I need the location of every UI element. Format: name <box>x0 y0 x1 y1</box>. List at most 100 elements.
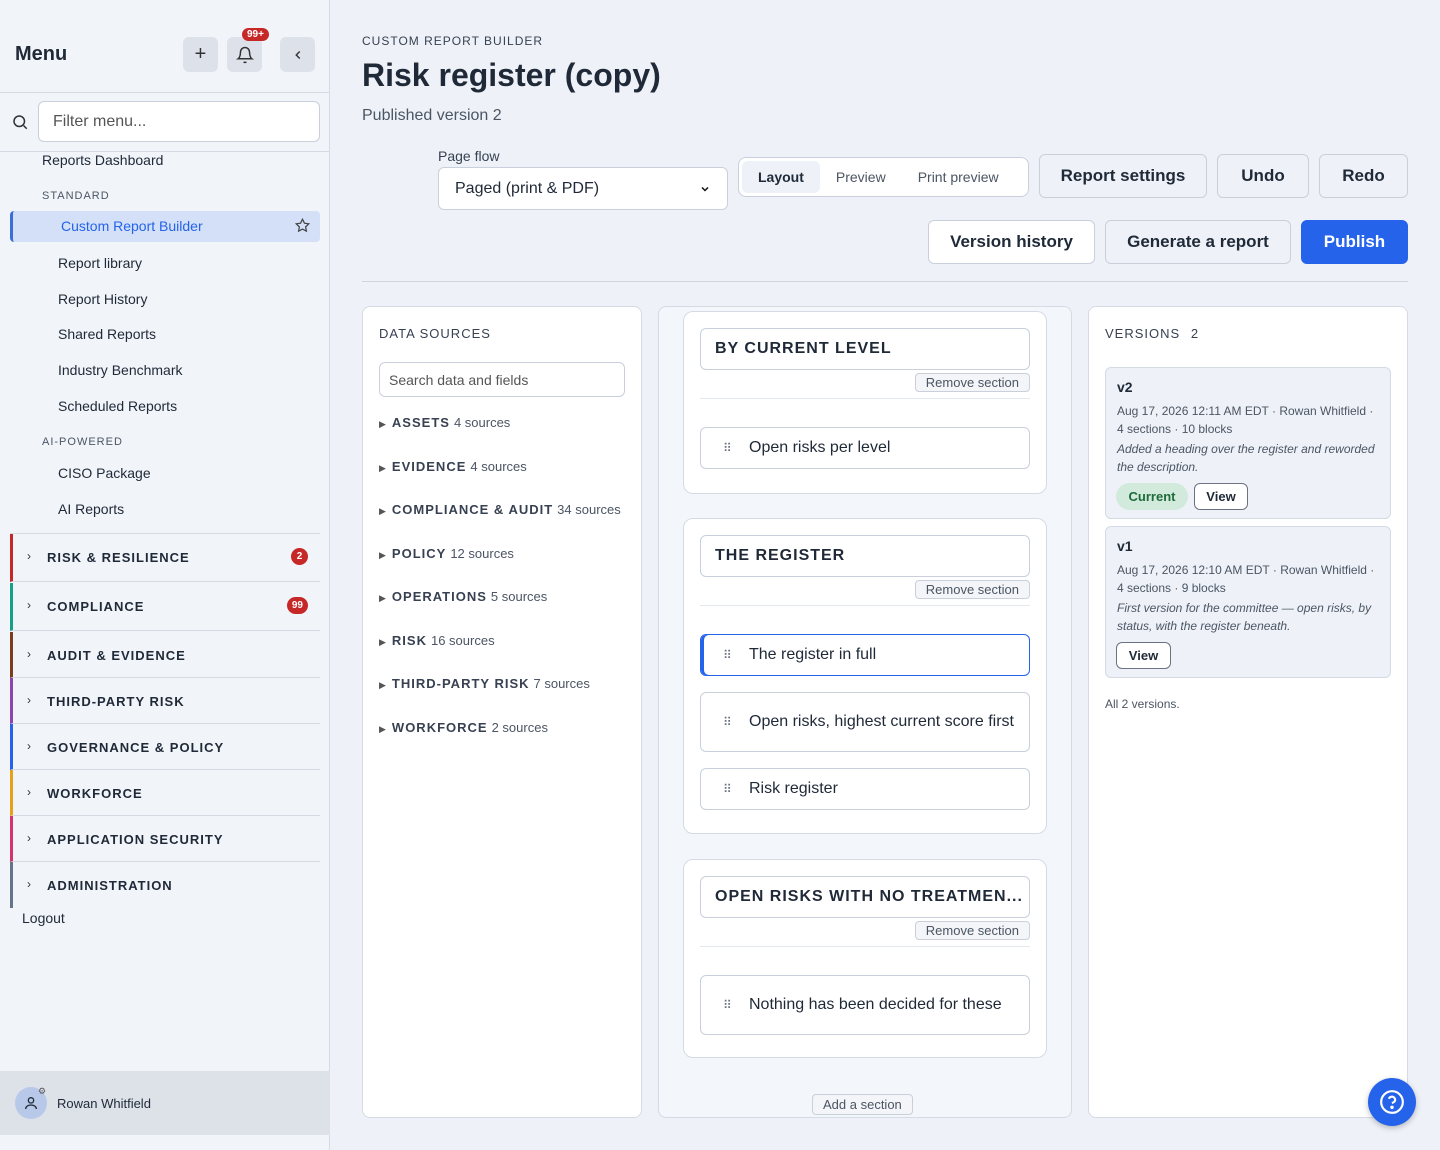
version-history-button[interactable]: Version history <box>928 220 1095 264</box>
drag-handle-icon[interactable]: ⠿ <box>723 441 732 455</box>
sidebar-item-custom-report-builder[interactable]: Custom Report Builder <box>10 211 320 242</box>
tab-layout[interactable]: Layout <box>742 161 820 193</box>
data-source-evidence[interactable]: ▶ EVIDENCE 4 sources <box>379 459 527 474</box>
source-name: OPERATIONS <box>391 589 487 604</box>
report-block-selected[interactable]: ⠿ The register in full <box>700 634 1030 676</box>
report-block[interactable]: ⠿ Open risks, highest current score firs… <box>700 692 1030 752</box>
drag-handle-icon[interactable]: ⠿ <box>723 998 732 1012</box>
publish-button[interactable]: Publish <box>1301 220 1408 264</box>
sidebar-item-industry-benchmark[interactable]: Industry Benchmark <box>58 362 183 378</box>
data-source-compliance-audit[interactable]: ▶ COMPLIANCE & AUDIT 34 sources <box>379 502 621 517</box>
versions-title-label: VERSIONS <box>1105 326 1181 341</box>
notifications-button[interactable] <box>227 37 262 72</box>
caret-right-icon: ▶ <box>379 419 386 429</box>
add-button[interactable]: + <box>183 37 218 72</box>
data-search-input[interactable] <box>379 362 625 397</box>
section-heading[interactable]: THE REGISTER <box>700 535 1030 577</box>
sidebar-group-compliance[interactable]: › COMPLIANCE 99 <box>10 583 320 631</box>
source-count: 16 sources <box>430 633 495 648</box>
data-source-workforce[interactable]: ▶ WORKFORCE 2 sources <box>379 720 548 735</box>
sidebar-item-scheduled-reports[interactable]: Scheduled Reports <box>58 398 177 414</box>
sidebar-item-report-history[interactable]: Report History <box>58 291 147 307</box>
data-source-third-party-risk[interactable]: ▶ THIRD-PARTY RISK 7 sources <box>379 676 590 691</box>
data-source-operations[interactable]: ▶ OPERATIONS 5 sources <box>379 589 547 604</box>
sidebar-group-application-security[interactable]: › APPLICATION SECURITY <box>10 816 320 862</box>
sidebar-group-administration[interactable]: › ADMINISTRATION <box>10 862 320 908</box>
logout-link[interactable]: Logout <box>22 910 65 926</box>
tab-preview[interactable]: Preview <box>820 161 902 193</box>
report-section[interactable]: OPEN RISKS WITH NO TREATMEN... Remove se… <box>683 859 1047 1058</box>
user-profile[interactable]: ⚙ Rowan Whitfield <box>0 1071 330 1135</box>
generate-report-button[interactable]: Generate a report <box>1105 220 1291 264</box>
data-source-risk[interactable]: ▶ RISK 16 sources <box>379 633 495 648</box>
add-section-button[interactable]: Add a section <box>812 1094 913 1115</box>
view-mode-tabs: Layout Preview Print preview <box>738 157 1029 197</box>
chevron-right-icon: › <box>27 831 31 845</box>
version-tag: v1 <box>1117 538 1133 554</box>
report-section[interactable]: THE REGISTER Remove section ⠿ The regist… <box>683 518 1047 834</box>
chevron-right-icon: › <box>27 785 31 799</box>
data-sources-title: DATA SOURCES <box>379 326 491 341</box>
redo-button[interactable]: Redo <box>1319 154 1408 198</box>
drag-handle-icon[interactable]: ⠿ <box>723 715 732 729</box>
group-label: RISK & RESILIENCE <box>47 550 190 565</box>
sidebar-item-reports-dashboard[interactable]: Reports Dashboard <box>42 152 163 168</box>
current-badge: Current <box>1116 483 1188 510</box>
section-heading[interactable]: OPEN RISKS WITH NO TREATMEN... <box>700 876 1030 918</box>
report-block[interactable]: ⠿ Nothing has been decided for these <box>700 975 1030 1035</box>
chevron-left-icon <box>294 50 300 59</box>
chevron-right-icon: › <box>27 647 31 661</box>
section-heading[interactable]: BY CURRENT LEVEL <box>700 328 1030 370</box>
caret-right-icon: ▶ <box>379 724 386 734</box>
source-count: 4 sources <box>453 415 511 430</box>
sidebar-group-workforce[interactable]: › WORKFORCE <box>10 770 320 816</box>
group-label: WORKFORCE <box>47 786 143 801</box>
sidebar-group-third-party-risk[interactable]: › THIRD-PARTY RISK <box>10 678 320 724</box>
data-source-policy[interactable]: ▶ POLICY 12 sources <box>379 546 514 561</box>
caret-right-icon: ▶ <box>379 463 386 473</box>
sidebar-group-risk-resilience[interactable]: › RISK & RESILIENCE 2 <box>10 534 320 582</box>
sidebar-item-report-library[interactable]: Report library <box>58 255 142 271</box>
sidebar-group-audit-evidence[interactable]: › AUDIT & EVIDENCE <box>10 632 320 678</box>
sidebar-item-ai-reports[interactable]: AI Reports <box>58 501 124 517</box>
tab-print-preview[interactable]: Print preview <box>902 161 1015 193</box>
versions-footer: All 2 versions. <box>1105 697 1180 711</box>
source-name: COMPLIANCE & AUDIT <box>391 502 554 517</box>
sidebar-item-shared-reports[interactable]: Shared Reports <box>58 326 156 342</box>
category-standard: STANDARD <box>42 190 110 202</box>
sidebar-group-governance-policy[interactable]: › GOVERNANCE & POLICY <box>10 724 320 770</box>
remove-section-button[interactable]: Remove section <box>914 580 1030 599</box>
filter-menu-input[interactable] <box>38 101 320 142</box>
source-name: ASSETS <box>391 415 450 430</box>
star-icon[interactable] <box>295 218 310 233</box>
page-flow-select[interactable]: Paged (print & PDF) <box>438 167 728 210</box>
breadcrumb: CUSTOM REPORT BUILDER <box>362 34 544 48</box>
chevron-down-icon <box>701 186 709 192</box>
version-card: v1 Aug 17, 2026 12:10 AM EDT · Rowan Whi… <box>1105 526 1391 678</box>
undo-button[interactable]: Undo <box>1217 154 1309 198</box>
sidebar-item-label: Custom Report Builder <box>61 218 203 234</box>
caret-right-icon: ▶ <box>379 593 386 603</box>
source-name: WORKFORCE <box>391 720 488 735</box>
view-version-button[interactable]: View <box>1194 483 1248 510</box>
block-title: Open risks per level <box>749 439 891 456</box>
data-source-assets[interactable]: ▶ ASSETS 4 sources <box>379 415 510 430</box>
drag-handle-icon[interactable]: ⠿ <box>723 782 732 796</box>
versions-count: 2 <box>1190 326 1200 341</box>
remove-section-button[interactable]: Remove section <box>914 373 1030 392</box>
remove-section-button[interactable]: Remove section <box>914 921 1030 940</box>
sidebar-header: Menu + 99+ <box>0 0 330 93</box>
report-block[interactable]: ⠿ Risk register <box>700 768 1030 810</box>
view-version-button[interactable]: View <box>1116 642 1171 669</box>
collapse-sidebar-button[interactable] <box>280 37 315 72</box>
help-button[interactable] <box>1368 1078 1416 1126</box>
versions-panel: VERSIONS 2 v2 Aug 17, 2026 12:11 AM EDT … <box>1088 306 1408 1118</box>
report-section[interactable]: BY CURRENT LEVEL Remove section ⠿ Open r… <box>683 311 1047 494</box>
group-label: COMPLIANCE <box>47 599 145 614</box>
report-block[interactable]: ⠿ Open risks per level <box>700 427 1030 469</box>
sidebar-item-ciso-package[interactable]: CISO Package <box>58 465 151 481</box>
page-flow-label: Page flow <box>438 148 500 164</box>
user-icon <box>25 1097 37 1110</box>
report-settings-button[interactable]: Report settings <box>1039 154 1207 198</box>
drag-handle-icon[interactable]: ⠿ <box>723 648 732 662</box>
